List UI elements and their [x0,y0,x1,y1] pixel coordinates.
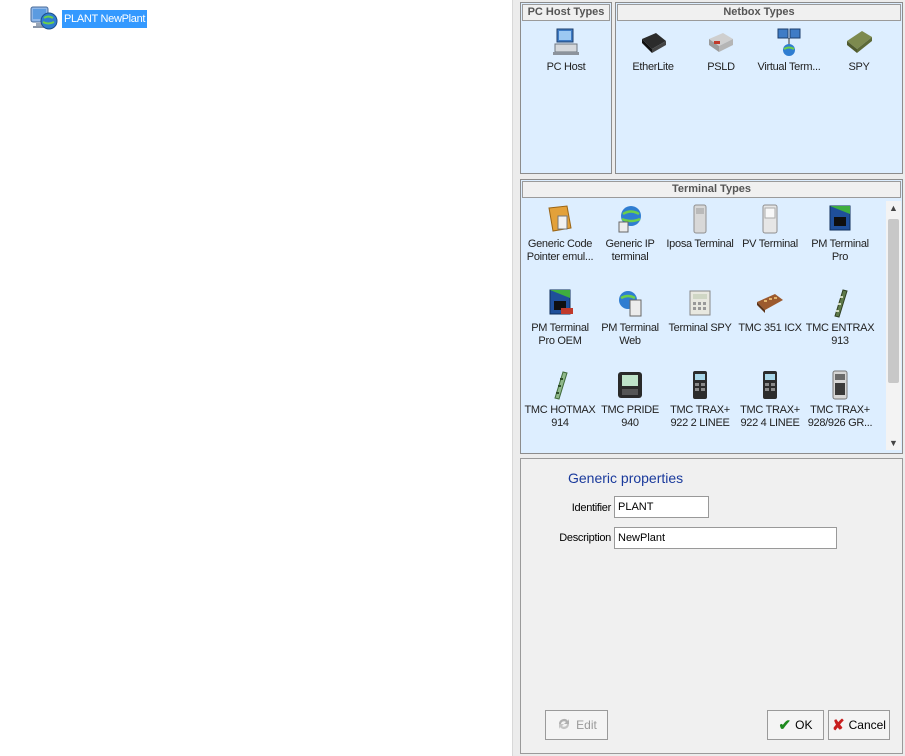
tmc-351-icx-icon [755,288,785,318]
terminal-types-header: Terminal Types [522,181,901,198]
netbox-label: EtherLite [632,61,674,73]
pv-terminal-icon [755,204,785,234]
pm-terminal-pro-icon [825,204,855,234]
description-label: Description [559,532,611,544]
edit-button[interactable]: Edit [545,710,608,740]
identifier-input[interactable] [614,496,709,518]
pc-host-label: PC Host [546,61,586,73]
properties-panel: Generic properties Identifier Descriptio… [520,458,903,754]
generic-ip-terminal-icon [615,204,645,234]
spy-board-icon [844,27,874,57]
pc-host-item[interactable]: PC Host [529,27,603,74]
terminal-item[interactable]: TMC HOTMAX 914 [523,370,597,430]
terminal-label: TMC ENTRAX 913 [805,322,875,347]
ok-button[interactable]: ✔ OK [767,710,824,740]
ok-button-label: OK [795,718,813,732]
netbox-types-panel: Netbox Types EtherLite PSLD Virtual Term… [615,2,903,174]
scroll-up-arrow[interactable]: ▲ [886,201,901,215]
pm-terminal-pro-oem-icon [545,288,575,318]
terminal-item[interactable]: TMC PRIDE 940 [593,370,667,430]
cancel-button[interactable]: ✘ Cancel [828,710,890,740]
terminal-item[interactable]: Generic Code Pointer emul... [523,204,597,264]
terminal-spy-icon [685,288,715,318]
terminal-label: Terminal SPY [668,322,732,334]
terminal-item[interactable]: TMC TRAX+ 928/926 GR... [803,370,877,430]
terminal-label: PV Terminal [742,238,798,250]
description-input[interactable] [614,527,837,549]
terminal-scrollbar[interactable]: ▲ ▼ [886,201,901,450]
terminal-label: TMC PRIDE 940 [601,404,659,429]
terminal-item[interactable]: TMC TRAX+ 922 2 LINEE [663,370,737,430]
netbox-label: SPY [848,61,870,73]
netbox-label: PSLD [707,61,735,73]
psld-icon [706,27,736,57]
globe-computer-icon [30,4,58,34]
properties-title: Generic properties [568,470,684,486]
terminal-item[interactable]: PV Terminal [733,204,807,251]
terminal-label: TMC TRAX+ 922 4 LINEE [740,404,800,429]
plant-tree[interactable]: PLANT NewPlant [0,0,512,756]
tmc-hotmax-914-icon [545,370,575,400]
terminal-item[interactable]: Generic IP terminal [593,204,667,264]
edit-button-label: Edit [576,718,597,732]
identifier-label: Identifier [571,502,612,514]
netbox-item-psld[interactable]: PSLD [684,27,758,74]
terminal-item[interactable]: PM Terminal Web [593,288,667,348]
tmc-trax-928-icon [825,370,855,400]
tmc-trax-922-4-icon [755,370,785,400]
tmc-trax-922-2-icon [685,370,715,400]
terminal-label: TMC TRAX+ 922 2 LINEE [670,404,730,429]
pc-host-icon [551,27,581,57]
terminal-types-panel: Terminal Types Generic Code Pointer emul… [520,179,903,454]
terminal-label: Iposa Terminal [666,238,734,250]
terminal-item[interactable]: TMC 351 ICX [733,288,807,335]
checkmark-icon: ✔ [778,717,792,734]
cancel-button-label: Cancel [848,718,886,732]
generic-code-pointer-icon [545,204,575,234]
netbox-types-header: Netbox Types [617,4,901,21]
terminal-item[interactable]: Terminal SPY [663,288,737,335]
terminal-label: Generic IP terminal [605,238,655,263]
tree-node-label[interactable]: PLANT NewPlant [62,10,148,28]
terminal-item[interactable]: PM Terminal Pro [803,204,877,264]
tmc-entrax-913-icon [825,288,855,318]
terminal-label: Generic Code Pointer emul... [526,238,594,263]
virtual-terminal-icon [774,27,804,57]
terminal-item[interactable]: PM Terminal Pro OEM [523,288,597,348]
terminal-item[interactable]: Iposa Terminal [663,204,737,251]
close-icon: ✘ [832,717,845,734]
edit-icon [556,716,572,735]
netbox-item-etherlite[interactable]: EtherLite [616,27,690,74]
right-pane: PC Host Types PC Host Netbox Types Ether… [518,0,905,756]
netbox-label: Virtual Term... [757,61,821,73]
pc-host-types-panel: PC Host Types PC Host [520,2,612,174]
scroll-thumb[interactable] [888,219,899,383]
terminal-label: PM Terminal Pro [811,238,869,263]
terminal-label: PM Terminal Pro OEM [531,322,589,347]
terminal-label: TMC HOTMAX 914 [524,404,596,429]
pc-host-types-header: PC Host Types [522,4,610,21]
netbox-item-spy[interactable]: SPY [822,27,896,74]
terminal-label: TMC TRAX+ 928/926 GR... [807,404,873,429]
terminal-item[interactable]: TMC TRAX+ 922 4 LINEE [733,370,807,430]
tree-node-plant[interactable]: PLANT NewPlant [30,0,148,38]
scroll-down-arrow[interactable]: ▼ [886,436,901,450]
tmc-pride-940-icon [615,370,645,400]
netbox-item-virtual-terminal[interactable]: Virtual Term... [752,27,826,74]
pm-terminal-web-icon [615,288,645,318]
terminal-label: TMC 351 ICX [738,322,802,334]
etherlite-icon [638,27,668,57]
terminal-label: PM Terminal Web [601,322,659,347]
terminal-item[interactable]: TMC ENTRAX 913 [803,288,877,348]
iposa-terminal-icon [685,204,715,234]
